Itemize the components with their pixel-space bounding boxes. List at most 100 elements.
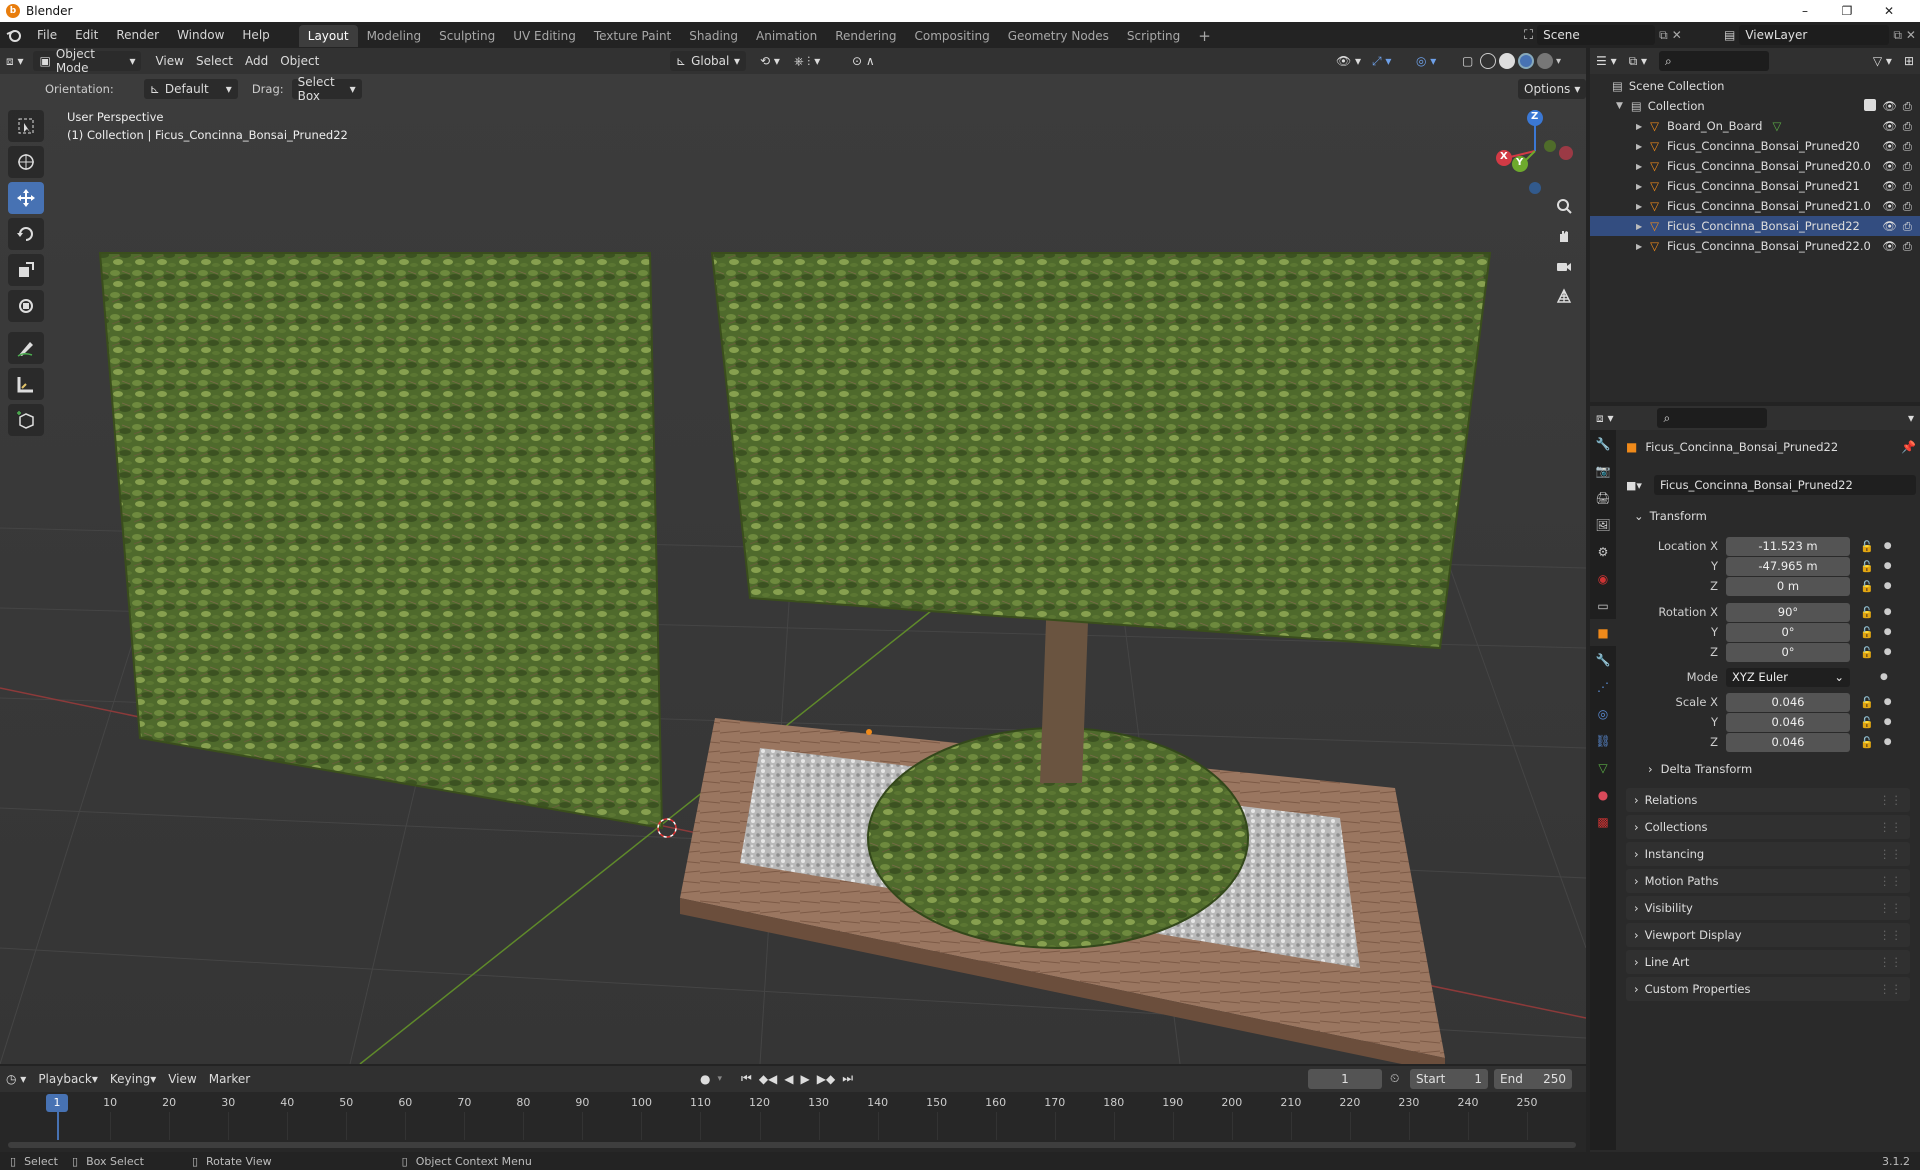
display-mode-icon[interactable]: ⧉ ▾ — [1623, 51, 1653, 71]
tab-layout[interactable]: Layout — [298, 25, 358, 47]
keyframe-dot-icon[interactable]: ● — [1884, 607, 1892, 617]
options-dropdown[interactable]: Options ▾ — [1518, 79, 1587, 99]
tab-modeling[interactable]: Modeling — [358, 25, 431, 47]
tab-rendering[interactable]: Rendering — [826, 25, 905, 47]
lock-icon[interactable]: 🔓 — [1860, 716, 1874, 729]
scene-selector[interactable]: Scene — [1537, 25, 1656, 45]
material-tab-icon[interactable]: ● — [1590, 781, 1616, 808]
shading-options-icon[interactable]: ▾ — [1556, 56, 1561, 67]
drag-selector[interactable]: Select Box ▾ — [291, 75, 362, 103]
ortho-grid-icon[interactable] — [1550, 282, 1578, 310]
drag-handle-icon[interactable]: ⋮⋮ — [1879, 874, 1902, 888]
properties-search-input[interactable]: ⌕ — [1657, 408, 1768, 428]
lock-icon[interactable]: 🔓 — [1860, 626, 1874, 639]
blender-menu-icon[interactable] — [0, 28, 28, 42]
property-panel-header[interactable]: › Visibility ⋮⋮ — [1626, 896, 1910, 920]
outliner-object-row[interactable]: ▶ ▽ Ficus_Concinna_Bonsai_Pruned22 👁 ⎙ — [1590, 216, 1920, 236]
lock-icon[interactable]: 🔓 — [1860, 560, 1874, 573]
scene-tab-icon[interactable]: ⚙ — [1590, 538, 1616, 565]
menu-add[interactable]: Add — [239, 51, 274, 71]
new-view-layer-icon[interactable]: ⧉ — [1893, 28, 1902, 43]
preview-range-icon[interactable]: ⏲ — [1390, 1071, 1399, 1086]
next-keyframe-icon[interactable]: ▶◆ — [817, 1072, 835, 1086]
solid-shading-icon[interactable] — [1499, 53, 1515, 69]
right-hedge-mesh[interactable] — [710, 252, 1492, 650]
left-hedge-mesh[interactable] — [98, 252, 664, 830]
drag-handle-icon[interactable]: ⋮⋮ — [1879, 847, 1902, 861]
eye-icon[interactable]: 👁 — [1882, 199, 1897, 214]
keyframe-dot-icon[interactable]: ● — [1884, 697, 1892, 707]
keyframe-dot-icon[interactable]: ● — [1884, 561, 1892, 571]
timeline-editor-type-icon[interactable]: ◷ ▾ — [0, 1069, 32, 1089]
keyframe-dot-icon[interactable]: ● — [1884, 737, 1892, 747]
outliner-object-row[interactable]: ▶ ▽ Board_On_Board ▽ 👁 ⎙ — [1590, 116, 1920, 136]
object-tab-icon[interactable]: ■ — [1590, 619, 1616, 646]
transform-panel-header[interactable]: ⌄ Transform — [1626, 504, 1910, 528]
keyframe-dot-icon[interactable]: ● — [1884, 717, 1892, 727]
scene-collection-row[interactable]: ▤ Scene Collection — [1590, 76, 1920, 96]
tab-uv-editing[interactable]: UV Editing — [504, 25, 585, 47]
keyframe-dot-icon[interactable]: ● — [1884, 581, 1892, 591]
end-frame-field[interactable]: End 250 — [1494, 1069, 1572, 1089]
transform-value-field[interactable]: 0.046 — [1726, 712, 1850, 732]
expand-arrow-icon[interactable]: ▶ — [1636, 162, 1642, 171]
add-workspace-button[interactable]: + — [1189, 25, 1220, 47]
menu-select[interactable]: Select — [190, 51, 239, 71]
lock-icon[interactable]: 🔓 — [1860, 696, 1874, 709]
transform-value-field[interactable]: 0.046 — [1726, 732, 1850, 752]
outliner-object-row[interactable]: ▶ ▽ Ficus_Concinna_Bonsai_Pruned21.0 👁 ⎙ — [1590, 196, 1920, 216]
jump-end-icon[interactable]: ⏭ — [842, 1071, 853, 1086]
eye-icon[interactable]: 👁 — [1882, 139, 1897, 154]
xray-toggle-icon[interactable]: ▢ — [1456, 51, 1479, 71]
move-tool-icon[interactable] — [8, 182, 44, 214]
render-camera-icon[interactable]: ⎙ — [1903, 139, 1912, 154]
properties-options-icon[interactable]: ▾ — [1902, 408, 1920, 428]
physics-tab-icon[interactable]: ◎ — [1590, 700, 1616, 727]
close-button[interactable]: ✕ — [1868, 0, 1910, 22]
property-panel-header[interactable]: › Collections ⋮⋮ — [1626, 815, 1910, 839]
property-panel-header[interactable]: › Relations ⋮⋮ — [1626, 788, 1910, 812]
property-panel-header[interactable]: › Custom Properties ⋮⋮ — [1626, 977, 1910, 1001]
add-cube-tool-icon[interactable] — [8, 404, 44, 436]
outliner-search-input[interactable]: ⌕ — [1659, 51, 1770, 71]
drag-handle-icon[interactable]: ⋮⋮ — [1879, 793, 1902, 807]
mode-selector[interactable]: ▣ Object Mode ▾ — [33, 47, 142, 75]
record-options-icon[interactable]: ▾ — [717, 1074, 722, 1084]
world-tab-icon[interactable]: ◉ — [1590, 565, 1616, 592]
render-camera-icon[interactable]: ⎙ — [1903, 119, 1912, 134]
rendered-shading-icon[interactable] — [1537, 53, 1553, 69]
expand-arrow-icon[interactable]: ▶ — [1636, 182, 1642, 191]
rotate-tool-icon[interactable] — [8, 218, 44, 250]
select-box-tool-icon[interactable] — [8, 110, 44, 142]
particles-tab-icon[interactable]: ⋰ — [1590, 673, 1616, 700]
texture-tab-icon[interactable]: ▩ — [1590, 808, 1616, 835]
output-tab-icon[interactable]: 🖨 — [1590, 484, 1616, 511]
zoom-icon[interactable] — [1550, 192, 1578, 220]
proportional-edit-icon[interactable]: ⊙ ∧ — [846, 51, 881, 71]
scale-tool-icon[interactable] — [8, 254, 44, 286]
render-camera-icon[interactable]: ⎙ — [1903, 239, 1912, 254]
filter-icon[interactable]: ▽ ▾ — [1867, 51, 1898, 71]
render-camera-icon[interactable]: ⎙ — [1903, 219, 1912, 234]
expand-arrow-icon[interactable]: ▶ — [1636, 122, 1642, 131]
render-tab-icon[interactable]: 📷 — [1590, 457, 1616, 484]
transform-tool-icon[interactable] — [8, 290, 44, 322]
tab-compositing[interactable]: Compositing — [905, 25, 998, 47]
render-camera-icon[interactable]: ⎙ — [1903, 159, 1912, 174]
menu-keying[interactable]: Keying ▾ — [104, 1069, 162, 1089]
delete-view-layer-icon[interactable]: ✕ — [1906, 28, 1916, 42]
lock-icon[interactable]: 🔓 — [1860, 646, 1874, 659]
modifier-tab-icon[interactable]: 🔧 — [1590, 646, 1616, 673]
view-layer-selector[interactable]: ViewLayer — [1739, 25, 1890, 45]
expand-arrow-icon[interactable]: ▼ — [1616, 101, 1623, 111]
timeline-scrollbar[interactable] — [8, 1142, 1576, 1148]
prev-keyframe-icon[interactable]: ◆◀ — [759, 1072, 777, 1086]
menu-window[interactable]: Window — [168, 22, 233, 48]
expand-arrow-icon[interactable]: ▶ — [1636, 142, 1642, 151]
view-layer-tab-icon[interactable]: 🖼 — [1590, 511, 1616, 538]
object-name-field[interactable]: Ficus_Concinna_Bonsai_Pruned22 — [1654, 475, 1916, 495]
new-scene-icon[interactable]: ⧉ — [1659, 28, 1668, 43]
eye-icon[interactable]: 👁 — [1882, 99, 1897, 114]
menu-edit[interactable]: Edit — [66, 22, 107, 48]
orientation-selector[interactable]: ⊾ Default ▾ — [143, 79, 238, 99]
